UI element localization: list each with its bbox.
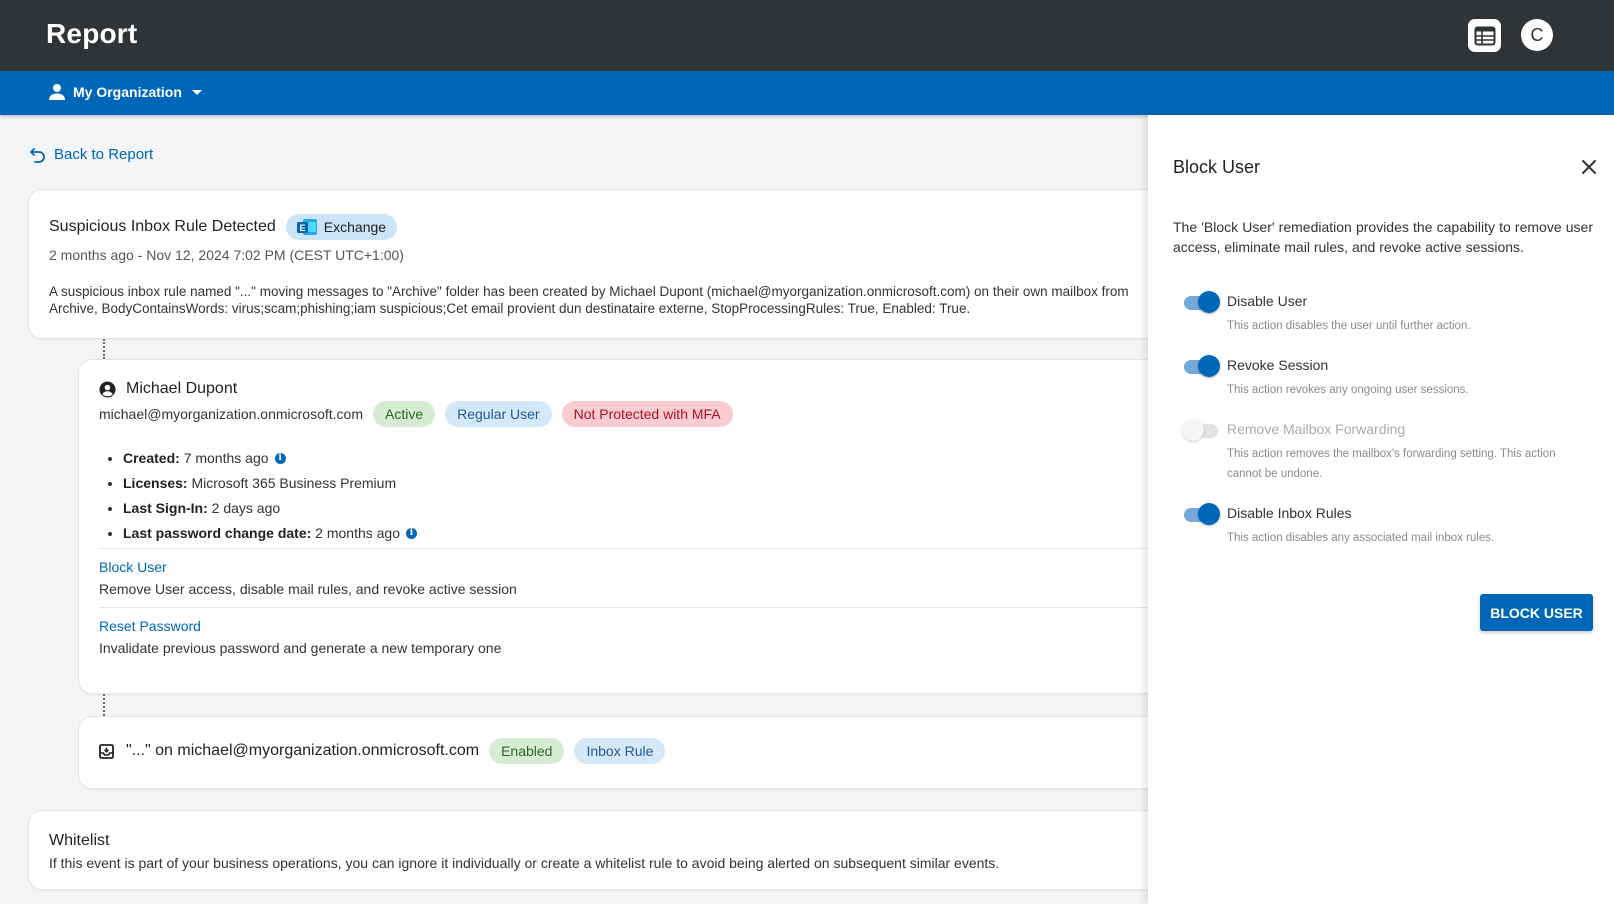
back-to-report-link[interactable]: Back to Report xyxy=(30,146,153,163)
account-circle-icon xyxy=(99,381,116,397)
detail-value: 7 months ago xyxy=(183,450,269,466)
option-desc: This action disables any associated mail… xyxy=(1227,532,1495,544)
user-type-badge: Regular User xyxy=(445,401,552,427)
inbox-rule-card: "..." on michael@myorganization.onmicros… xyxy=(78,716,1208,789)
detail-created: Created: 7 months ago i xyxy=(123,448,417,473)
svg-text:E: E xyxy=(299,223,305,233)
option-label: Remove Mailbox Forwarding xyxy=(1227,421,1406,437)
user-email: michael@myorganization.onmicrosoft.com xyxy=(99,406,363,422)
person-icon xyxy=(49,84,65,100)
disable-inbox-rules-toggle[interactable] xyxy=(1182,503,1220,525)
status-badge: Active xyxy=(372,401,436,427)
close-icon[interactable] xyxy=(1579,157,1599,177)
rule-type-badge: Inbox Rule xyxy=(574,738,666,764)
block-user-link[interactable]: Block User xyxy=(99,559,167,575)
detail-value: 2 months ago xyxy=(315,525,401,541)
alert-card: Suspicious Inbox Rule Detected E Exchang… xyxy=(28,189,1208,339)
inbox-rule-text: "..." on michael@myorganization.onmicros… xyxy=(126,742,480,759)
mfa-badge: Not Protected with MFA xyxy=(561,401,733,427)
detail-licenses: Licenses: Microsoft 365 Business Premium xyxy=(123,473,417,498)
table-icon xyxy=(1474,26,1495,45)
user-name: Michael Dupont xyxy=(126,380,238,397)
user-avatar[interactable]: C xyxy=(1521,19,1553,51)
org-name: My Organization xyxy=(73,84,182,100)
block-user-desc: Remove User access, disable mail rules, … xyxy=(99,581,517,597)
detail-last-password-change: Last password change date: 2 months ago i xyxy=(123,523,418,548)
whitelist-desc: If this event is part of your business o… xyxy=(49,855,1000,871)
exchange-icon: E xyxy=(296,218,318,236)
page-title: Report xyxy=(46,18,138,49)
top-bar: Report C xyxy=(0,0,1614,71)
disable-user-toggle[interactable] xyxy=(1182,291,1220,313)
option-label: Disable User xyxy=(1227,293,1308,309)
whitelist-card: Whitelist If this event is part of your … xyxy=(28,810,1208,890)
detail-label: Created: xyxy=(123,450,180,466)
inbox-icon xyxy=(99,743,114,759)
alert-description-line-2: Archive, BodyContainsWords: virus;scam;p… xyxy=(49,301,971,316)
user-details-list: Created: 7 months ago i Licenses: Microso… xyxy=(123,448,418,548)
detail-label: Last Sign-In: xyxy=(123,500,208,516)
divider xyxy=(99,607,1209,608)
info-icon[interactable]: i xyxy=(274,453,286,464)
detail-value: Microsoft 365 Business Premium xyxy=(191,475,397,491)
block-user-panel: Block User The 'Block User' remediation … xyxy=(1148,115,1614,904)
whitelist-title: Whitelist xyxy=(49,832,110,849)
remove-forwarding-toggle xyxy=(1182,419,1220,441)
chevron-down-icon xyxy=(191,89,202,95)
info-icon[interactable]: i xyxy=(406,528,418,539)
back-link-label: Back to Report xyxy=(54,146,154,163)
detail-label: Licenses: xyxy=(123,475,188,491)
table-view-button[interactable] xyxy=(1468,19,1501,52)
detail-label: Last password change date: xyxy=(123,525,312,541)
alert-description: A suspicious inbox rule named "..." movi… xyxy=(49,283,1169,317)
revoke-session-toggle[interactable] xyxy=(1182,355,1220,377)
connector xyxy=(103,339,105,359)
org-bar: My Organization xyxy=(0,71,1614,115)
reset-password-desc: Invalidate previous password and generat… xyxy=(99,640,502,656)
panel-title: Block User xyxy=(1173,157,1261,177)
option-desc: This action revokes any ongoing user ses… xyxy=(1227,384,1469,396)
undo-icon xyxy=(30,147,45,163)
reset-password-link[interactable]: Reset Password xyxy=(99,618,201,634)
exchange-chip-label: Exchange xyxy=(323,219,387,235)
option-label: Disable Inbox Rules xyxy=(1227,505,1352,521)
detail-last-sign-in: Last Sign-In: 2 days ago xyxy=(123,498,417,523)
divider xyxy=(99,548,1209,549)
detail-value: 2 days ago xyxy=(211,500,281,516)
alert-title: Suspicious Inbox Rule Detected xyxy=(49,218,276,235)
panel-description: The 'Block User' remediation provides th… xyxy=(1173,219,1593,255)
org-selector[interactable]: My Organization xyxy=(48,83,202,101)
option-desc: This action disables the user until furt… xyxy=(1227,320,1471,332)
option-desc: This action removes the mailbox's forwar… xyxy=(1227,448,1556,480)
rule-status-badge: Enabled xyxy=(489,738,565,764)
connector xyxy=(103,694,105,716)
option-label: Revoke Session xyxy=(1227,357,1329,373)
alert-time: 2 months ago - Nov 12, 2024 7:02 PM (CES… xyxy=(49,247,404,263)
block-user-button[interactable]: BLOCK USER xyxy=(1480,594,1593,631)
exchange-chip: E Exchange xyxy=(285,214,398,240)
alert-description-line-1: A suspicious inbox rule named "..." movi… xyxy=(49,284,1129,299)
user-card: Michael Dupont michael@myorganization.on… xyxy=(78,359,1209,694)
